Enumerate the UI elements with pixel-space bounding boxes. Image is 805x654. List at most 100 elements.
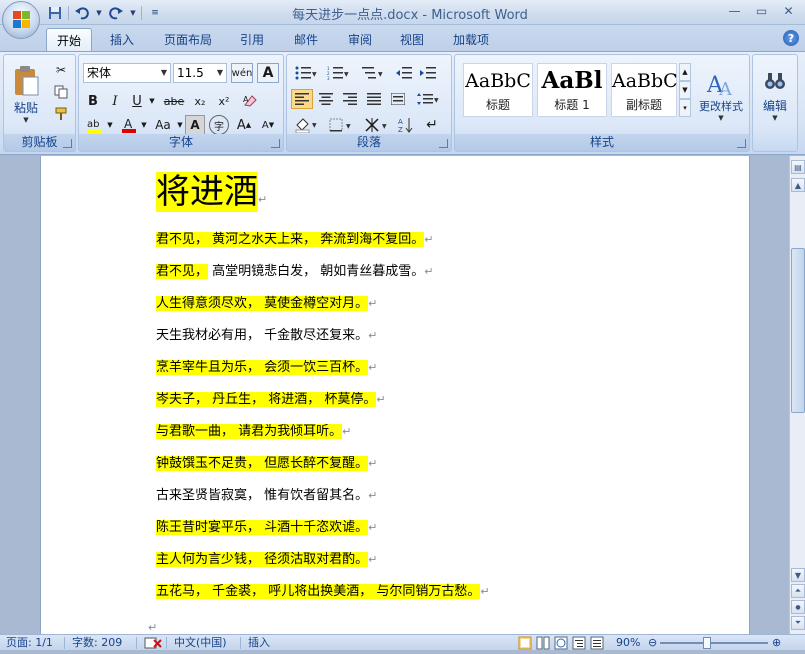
- shading-icon[interactable]: ▼: [291, 115, 321, 135]
- view-print-layout-icon[interactable]: [518, 636, 532, 654]
- zoom-level[interactable]: 90%: [616, 636, 640, 650]
- redo-icon[interactable]: [107, 4, 125, 22]
- poem-line[interactable]: 与君歌一曲， 请君为我倾耳听。↵: [156, 421, 351, 443]
- paste-button[interactable]: 粘贴 ▼: [8, 59, 44, 129]
- clear-format-button[interactable]: A: [257, 63, 279, 83]
- align-left-icon[interactable]: [291, 89, 313, 109]
- italic-button[interactable]: I: [105, 91, 125, 111]
- word-count[interactable]: 字数: 209: [72, 636, 122, 650]
- highlight-dropdown-icon[interactable]: ▼: [105, 115, 115, 135]
- underline-button[interactable]: U: [127, 91, 147, 111]
- tab-mailings[interactable]: 邮件: [284, 28, 328, 51]
- clipboard-launcher-icon[interactable]: ⌟: [63, 139, 72, 148]
- paragraph-launcher-icon[interactable]: ⌟: [439, 139, 448, 148]
- align-center-icon[interactable]: [315, 89, 337, 109]
- proofing-error-icon[interactable]: [144, 636, 162, 654]
- close-button[interactable]: ✕: [776, 2, 801, 20]
- poem-line[interactable]: 古来圣贤皆寂寞， 惟有饮者留其名。↵: [156, 485, 377, 507]
- show-formatting-marks-icon[interactable]: ↵: [421, 115, 443, 135]
- styles-more-icon[interactable]: ▾: [679, 99, 691, 117]
- font-color-dropdown-icon[interactable]: ▼: [139, 115, 149, 135]
- undo-dropdown-icon[interactable]: ▼: [95, 4, 103, 22]
- format-painter-icon[interactable]: [52, 105, 70, 123]
- ruler-toggle-icon[interactable]: ▤: [791, 160, 805, 174]
- change-case-button[interactable]: Aa: [151, 115, 175, 135]
- change-styles-button[interactable]: AA 更改样式 ▼: [695, 59, 747, 131]
- align-right-icon[interactable]: [339, 89, 361, 109]
- scroll-up-icon[interactable]: ▲: [791, 178, 805, 192]
- page-count[interactable]: 页面: 1/1: [6, 636, 53, 650]
- styles-launcher-icon[interactable]: ⌟: [737, 139, 746, 148]
- subscript-button[interactable]: x₂: [189, 91, 211, 111]
- poem-line[interactable]: 天生我材必有用， 千金散尽还复来。↵: [156, 325, 377, 347]
- character-shading-icon[interactable]: A: [185, 115, 205, 135]
- style-subtitle[interactable]: AaBbC 副标题: [611, 63, 678, 117]
- change-case-dropdown-icon[interactable]: ▼: [175, 115, 185, 135]
- line-spacing-icon[interactable]: ▼: [413, 89, 443, 109]
- redo-dropdown-icon[interactable]: ▼: [129, 4, 137, 22]
- office-button[interactable]: [2, 1, 40, 39]
- poem-line[interactable]: 钟鼓馔玉不足贵， 但愿长醉不复醒。↵: [156, 453, 377, 475]
- increase-indent-icon[interactable]: [417, 63, 439, 83]
- undo-icon[interactable]: [73, 4, 91, 22]
- font-size-dropdown-icon[interactable]: ▼: [214, 64, 226, 82]
- strikethrough-button[interactable]: abe: [161, 91, 187, 111]
- view-web-layout-icon[interactable]: [554, 636, 568, 654]
- zoom-slider-thumb[interactable]: [703, 637, 711, 649]
- tab-insert[interactable]: 插入: [100, 28, 144, 51]
- multilevel-list-icon[interactable]: ▼: [357, 63, 387, 83]
- font-name-dropdown-icon[interactable]: ▼: [158, 64, 170, 82]
- minimize-button[interactable]: —: [722, 2, 747, 20]
- decrease-indent-icon[interactable]: [393, 63, 415, 83]
- bold-button[interactable]: B: [83, 91, 103, 111]
- previous-page-icon[interactable]: ⏶: [791, 584, 805, 598]
- view-full-screen-icon[interactable]: [536, 636, 550, 654]
- poem-line[interactable]: 人生得意须尽欢， 莫使金樽空对月。↵: [156, 293, 377, 315]
- poem-line[interactable]: 陈王昔时宴平乐， 斗酒十千恣欢谑。↵: [156, 517, 377, 539]
- scroll-down-icon[interactable]: ▼: [791, 568, 805, 582]
- highlight-color-icon[interactable]: ab: [83, 115, 105, 135]
- document-page[interactable]: 将进酒↵ 君不见， 黄河之水天上来， 奔流到海不复回。↵ 君不见， 高堂明镜悲白发…: [40, 156, 750, 634]
- font-launcher-icon[interactable]: ⌟: [271, 139, 280, 148]
- enclose-characters-icon[interactable]: 字: [209, 115, 229, 135]
- copy-icon[interactable]: [52, 83, 70, 101]
- bullets-icon[interactable]: ▼: [291, 63, 321, 83]
- poem-line[interactable]: 君不见， 黄河之水天上来， 奔流到海不复回。↵: [156, 229, 433, 251]
- zoom-in-icon[interactable]: ⊕: [772, 636, 781, 650]
- customize-toolbar-icon[interactable]: ≡: [146, 4, 164, 22]
- underline-dropdown-icon[interactable]: ▼: [147, 91, 157, 111]
- poem-line[interactable]: 烹羊宰牛且为乐， 会须一饮三百杯。↵: [156, 357, 377, 379]
- borders-icon[interactable]: ▼: [325, 115, 355, 135]
- next-page-icon[interactable]: ⏷: [791, 616, 805, 630]
- language-indicator[interactable]: 中文(中国): [174, 636, 227, 650]
- insert-mode-indicator[interactable]: 插入: [248, 636, 270, 650]
- style-heading-1[interactable]: AaBl 标题 1: [537, 63, 607, 117]
- grow-font-button[interactable]: A ▲: [233, 115, 255, 135]
- tab-page-layout[interactable]: 页面布局: [154, 28, 222, 51]
- poem-line[interactable]: 五花马， 千金裘， 呼儿将出换美酒， 与尔同销万古愁。↵: [156, 581, 490, 603]
- cut-icon[interactable]: ✂: [52, 61, 70, 79]
- tab-add-ins[interactable]: 加载项: [443, 28, 499, 51]
- distributed-icon[interactable]: [387, 89, 409, 109]
- styles-scroll-up-icon[interactable]: ▲: [679, 63, 691, 81]
- zoom-slider-track[interactable]: [660, 642, 768, 644]
- poem-line[interactable]: 岑夫子， 丹丘生， 将进酒， 杯莫停。↵: [156, 389, 386, 411]
- tab-references[interactable]: 引用: [230, 28, 274, 51]
- editing-button[interactable]: 编辑 ▼: [755, 59, 795, 131]
- justify-icon[interactable]: [363, 89, 385, 109]
- clear-formatting-icon[interactable]: A: [239, 91, 261, 111]
- document-title[interactable]: 将进酒↵: [156, 164, 267, 228]
- chinese-layout-icon[interactable]: ▼: [361, 115, 391, 135]
- tab-view[interactable]: 视图: [390, 28, 434, 51]
- shrink-font-button[interactable]: A ▼: [257, 115, 279, 135]
- font-size-combo[interactable]: 11.5 ▼: [173, 63, 227, 83]
- view-outline-icon[interactable]: [572, 636, 586, 654]
- numbering-icon[interactable]: 1 2 3 ▼: [323, 63, 353, 83]
- sort-icon[interactable]: AZ: [395, 115, 417, 135]
- scroll-thumb[interactable]: [791, 248, 805, 413]
- select-browse-object-icon[interactable]: ●: [791, 600, 805, 614]
- tab-review[interactable]: 审阅: [338, 28, 382, 51]
- superscript-button[interactable]: x²: [213, 91, 235, 111]
- zoom-out-icon[interactable]: ⊖: [648, 636, 657, 650]
- help-icon[interactable]: ?: [783, 30, 799, 46]
